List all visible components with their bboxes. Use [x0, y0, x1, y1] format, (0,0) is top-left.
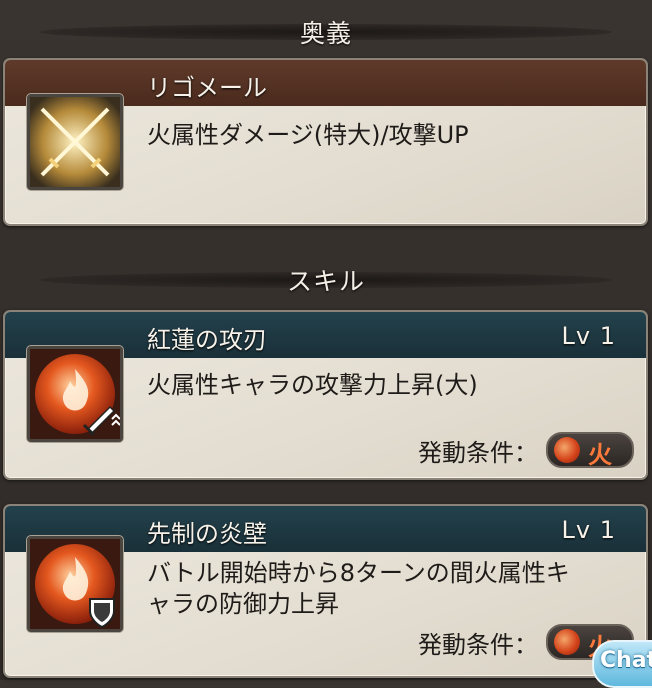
skill-level: Lv 1: [561, 322, 616, 350]
condition-label: 発動条件：: [418, 438, 538, 467]
fire-sword-icon[interactable]: [27, 346, 123, 442]
fire-orb-icon: [554, 629, 580, 655]
ougi-name: リゴメール: [147, 74, 267, 102]
ougi-description: 火属性ダメージ(特大)/攻撃UP: [147, 121, 469, 149]
skill-panel: 先制の炎壁 Lv 1 バトル開始時から8ターンの間火属性キ ャラの防御力上昇 発…: [3, 504, 648, 678]
activation-condition: 発動条件： 火: [418, 432, 634, 469]
ougi-panel: リゴメール 火属性ダメージ(特大)/攻撃UP: [3, 58, 648, 226]
skill-section-header: スキル: [0, 260, 652, 300]
crossed-swords-icon[interactable]: [27, 94, 123, 190]
ougi-section-title: 奥義: [299, 19, 352, 48]
skill-section-title: スキル: [286, 267, 365, 296]
skill-name: 先制の炎壁: [147, 520, 267, 548]
skill-level: Lv 1: [561, 516, 616, 544]
chat-button[interactable]: Chat: [592, 640, 652, 688]
skill-description-line: ャラの防御力上昇: [147, 590, 339, 618]
skill-description-line: バトル開始時から8ターンの間火属性キ: [147, 559, 570, 587]
fire-shield-icon[interactable]: [27, 536, 123, 632]
condition-label: 発動条件：: [418, 630, 538, 659]
skill-name: 紅蓮の攻刃: [147, 326, 267, 354]
chat-button-label: Chat: [600, 648, 652, 673]
skill-description: バトル開始時から8ターンの間火属性キ ャラの防御力上昇: [147, 558, 570, 620]
element-kanji: 火: [588, 441, 612, 469]
skill-panel: 紅蓮の攻刃 Lv 1 火属性キャラの攻撃力上昇(大) 発動条件： 火: [3, 310, 648, 480]
ougi-section-header: 奥義: [0, 12, 652, 52]
fire-element-badge: 火: [546, 432, 634, 469]
skill-description: 火属性キャラの攻撃力上昇(大): [147, 371, 478, 399]
fire-orb-icon: [554, 437, 580, 463]
